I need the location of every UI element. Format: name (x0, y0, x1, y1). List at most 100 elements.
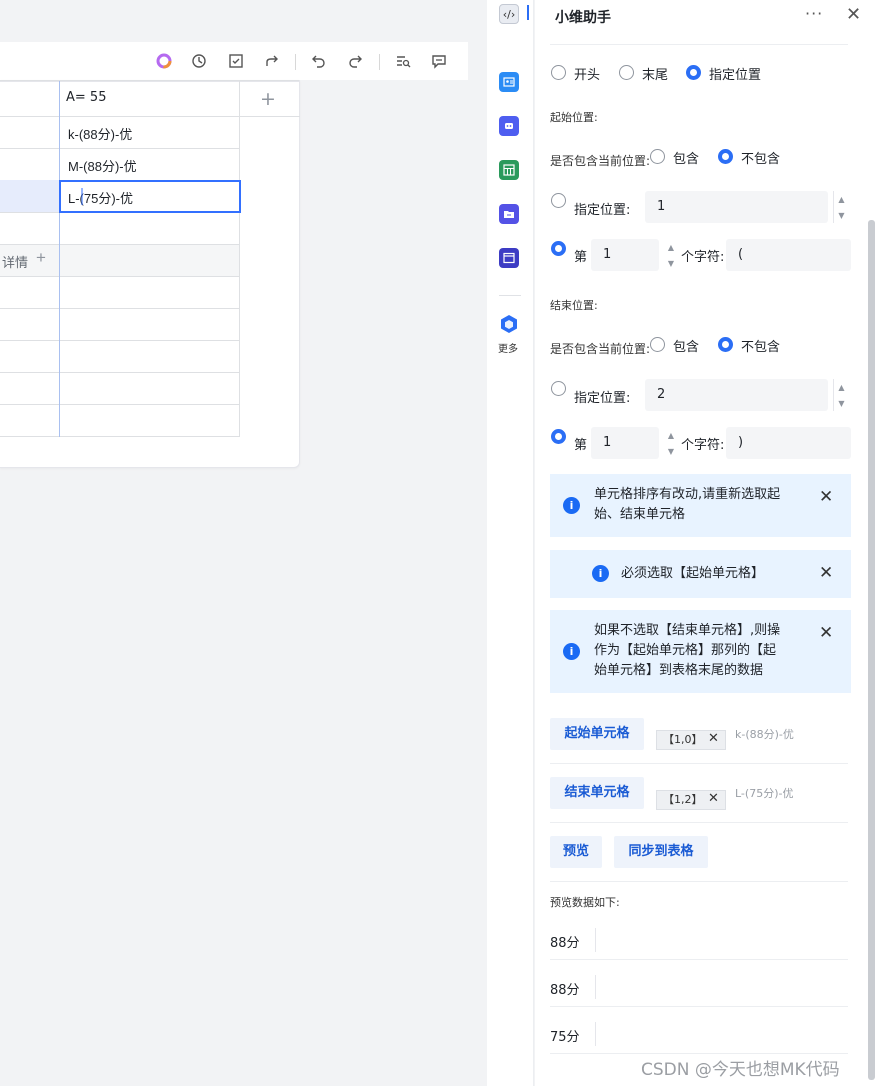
end-char-input[interactable]: ) (726, 427, 851, 459)
radio-start-label: 开头 (574, 68, 601, 83)
checkbox-icon[interactable] (226, 51, 246, 71)
robot-icon[interactable] (499, 116, 519, 136)
panel-title: 小维助手 (555, 10, 611, 26)
grid-line (0, 436, 240, 437)
alert-text: 必须选取【起始单元格】 (621, 566, 765, 581)
end-include-yes-label: 包含 (673, 340, 700, 355)
grid-line (0, 276, 240, 277)
preview-value: 88分 (550, 936, 580, 951)
divider (550, 822, 848, 823)
table-cell[interactable]: M-(88分)-优 (68, 156, 137, 175)
table-icon[interactable] (499, 160, 519, 180)
contact-icon[interactable] (499, 72, 519, 92)
comment-icon[interactable] (429, 51, 449, 71)
share-icon[interactable] (262, 51, 282, 71)
start-include-no-radio[interactable] (718, 149, 733, 164)
end-pos-input[interactable]: 2 (645, 379, 828, 411)
preview-value: 75分 (550, 1030, 580, 1045)
watermark: CSDN @今天也想MK代码 (641, 1060, 840, 1080)
grid-line (59, 81, 60, 437)
end-include-no-radio[interactable] (718, 337, 733, 352)
close-icon[interactable]: ✕ (819, 487, 833, 507)
start-nth-stepper[interactable]: ▲ ▼ (663, 239, 679, 271)
end-nth-stepper[interactable]: ▲ ▼ (663, 427, 679, 459)
start-nth-radio[interactable] (551, 241, 566, 256)
find-icon[interactable] (393, 51, 413, 71)
preview-title: 预览数据如下: (550, 896, 620, 909)
sync-to-table-button[interactable]: 同步到表格 (614, 836, 708, 868)
end-include-yes-radio[interactable] (650, 337, 665, 352)
end-include-label: 是否包含当前位置: (550, 342, 651, 356)
ai-icon[interactable] (154, 51, 174, 71)
end-nth-radio[interactable] (551, 429, 566, 444)
preview-value: 88分 (550, 983, 580, 998)
alert-reselect: i 单元格排序有改动,请重新选取起 始、结束单元格 ✕ (550, 474, 851, 537)
info-icon: i (592, 565, 609, 582)
selected-row-indicator (0, 180, 59, 212)
grid-line (0, 308, 240, 309)
code-icon[interactable]: ‹/› (499, 4, 519, 24)
start-pos-input[interactable]: 1 (645, 191, 828, 223)
start-nth-prefix: 第 (574, 250, 588, 265)
add-column-icon[interactable]: + (260, 88, 276, 110)
start-cell-button[interactable]: 起始单元格 (550, 718, 644, 750)
history-icon[interactable] (189, 51, 209, 71)
info-icon: i (563, 643, 580, 660)
grid-line (0, 340, 240, 341)
more-apps-icon[interactable] (499, 314, 519, 334)
start-include-label: 是否包含当前位置: (550, 154, 651, 168)
start-nth-input[interactable]: 1 (591, 239, 659, 271)
close-icon[interactable]: ✕ (846, 4, 861, 25)
redo-icon[interactable] (345, 51, 365, 71)
preview-row: 88分 (550, 926, 848, 960)
alert-text: 作为【起始单元格】那列的【起 (594, 643, 777, 658)
grid-line (239, 81, 240, 437)
row-label: 详情 (2, 255, 29, 270)
end-pos-stepper[interactable]: ▲ ▼ (833, 379, 849, 411)
toolbar-divider (295, 54, 296, 70)
start-section-label: 起始位置: (550, 111, 598, 124)
radio-start[interactable] (551, 65, 566, 80)
sheet-area: A= 55 + k-(88分)-优 M-(88分)-优 L-(75分)-优 详情… (0, 0, 470, 1086)
alert-text: 始单元格】到表格末尾的数据 (594, 663, 764, 678)
end-nth-suffix: 个字符: (681, 438, 725, 453)
start-char-input[interactable]: ( (726, 239, 851, 271)
radio-end[interactable] (619, 65, 634, 80)
more-apps-label[interactable]: 更多 (498, 340, 518, 355)
alert-required: i 必须选取【起始单元格】 ✕ (550, 550, 851, 598)
strip-divider (499, 295, 521, 296)
info-icon: i (563, 497, 580, 514)
close-icon[interactable]: ✕ (819, 563, 833, 583)
end-pos-radio[interactable] (551, 381, 566, 396)
toolbar-divider (379, 54, 380, 70)
start-cell-value: k-(88分)-优 (735, 728, 794, 741)
radio-end-label: 末尾 (642, 68, 669, 83)
end-cell-button[interactable]: 结束单元格 (550, 777, 644, 809)
grid-line (0, 244, 240, 245)
grid-line (0, 148, 240, 149)
window-icon[interactable] (499, 248, 519, 268)
alert-text: 单元格排序有改动,请重新选取起 (594, 487, 781, 502)
start-pos-radio[interactable] (551, 193, 566, 208)
undo-icon[interactable] (309, 51, 329, 71)
remove-end-cell-icon[interactable]: ✕ (708, 791, 719, 806)
table-cell[interactable]: k-(88分)-优 (68, 124, 132, 143)
start-pos-stepper[interactable]: ▲ ▼ (833, 191, 849, 223)
grid-line (0, 372, 240, 373)
close-icon[interactable]: ✕ (819, 623, 833, 643)
table-cell[interactable]: L-(75分)-优 (68, 188, 133, 207)
start-include-no-label: 不包含 (741, 152, 781, 167)
folder-icon[interactable] (499, 204, 519, 224)
add-row-icon[interactable]: + (36, 248, 46, 268)
end-include-no-label: 不包含 (741, 340, 781, 355)
preview-button[interactable]: 预览 (550, 836, 602, 868)
radio-position[interactable] (686, 65, 701, 80)
assistant-panel: 小维助手 ··· ✕ 开头 末尾 指定位置 起始位置: 是否包含当前位置: 包含… (535, 0, 875, 1086)
more-icon[interactable]: ··· (805, 4, 823, 23)
column-header[interactable]: A= 55 (66, 90, 106, 105)
remove-start-cell-icon[interactable]: ✕ (708, 731, 719, 746)
start-include-yes-radio[interactable] (650, 149, 665, 164)
end-nth-input[interactable]: 1 (591, 427, 659, 459)
panel-scrollbar[interactable] (868, 220, 875, 1080)
alert-text: 始、结束单元格 (594, 507, 686, 522)
